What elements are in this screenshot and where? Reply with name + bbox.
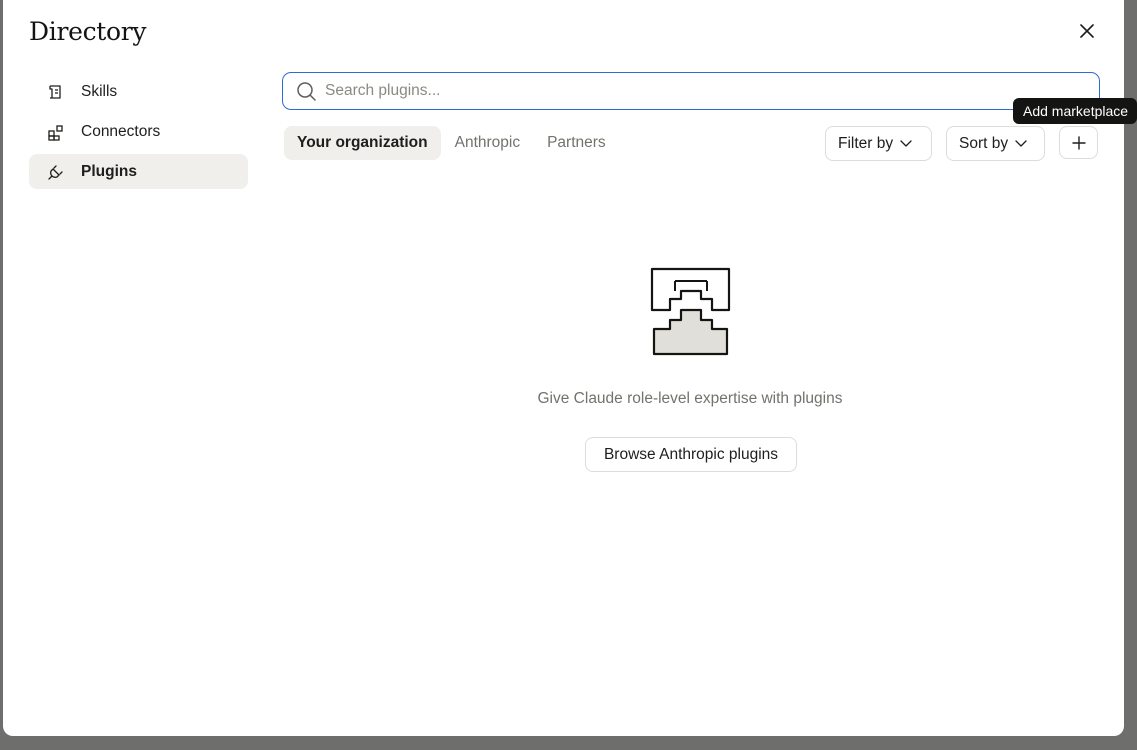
search-bar[interactable] xyxy=(282,72,1100,110)
sidebar-item-label: Connectors xyxy=(81,122,161,140)
tab-your-organization[interactable]: Your organization xyxy=(284,126,441,160)
sidebar: Skills Connectors Plugins xyxy=(29,74,248,194)
filter-by-dropdown[interactable]: Filter by xyxy=(825,126,932,161)
plus-icon xyxy=(1071,135,1086,150)
filter-by-label: Filter by xyxy=(838,134,894,152)
sort-by-dropdown[interactable]: Sort by xyxy=(946,126,1045,161)
sidebar-item-label: Plugins xyxy=(81,162,137,180)
empty-state-message: Give Claude role-level expertise with pl… xyxy=(537,390,843,407)
tab-anthropic[interactable]: Anthropic xyxy=(442,126,533,160)
chevron-down-icon xyxy=(900,139,912,148)
search-icon xyxy=(295,80,317,102)
sort-by-label: Sort by xyxy=(959,134,1009,152)
dialog-title: Directory xyxy=(29,17,147,46)
tab-partners[interactable]: Partners xyxy=(534,126,619,160)
search-input[interactable] xyxy=(325,82,1065,100)
add-marketplace-tooltip: Add marketplace xyxy=(1013,98,1137,124)
sidebar-item-plugins[interactable]: Plugins xyxy=(29,154,248,189)
plugins-empty-illustration xyxy=(650,267,731,356)
sidebar-item-connectors[interactable]: Connectors xyxy=(29,114,248,149)
add-marketplace-button[interactable] xyxy=(1059,126,1098,159)
connectors-icon xyxy=(47,123,65,141)
browse-anthropic-plugins-button[interactable]: Browse Anthropic plugins xyxy=(585,437,797,472)
close-button[interactable] xyxy=(1075,19,1099,43)
directory-dialog: Directory Skills Connectors Plugins Sear… xyxy=(3,0,1124,736)
skills-icon xyxy=(47,83,65,101)
chevron-down-icon xyxy=(1015,139,1027,148)
sidebar-item-skills[interactable]: Skills xyxy=(29,74,248,109)
close-icon xyxy=(1080,24,1094,38)
plug-icon xyxy=(47,163,65,181)
sidebar-item-label: Skills xyxy=(81,82,118,100)
source-tabs: Your organization Anthropic Partners xyxy=(284,126,620,160)
